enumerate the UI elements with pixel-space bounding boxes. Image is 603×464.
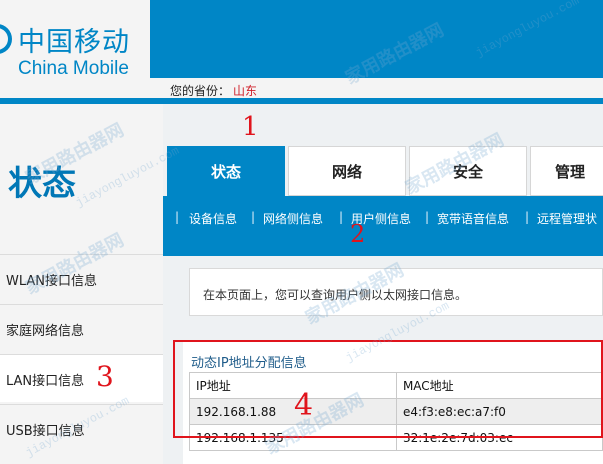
tab-network[interactable]: 网络 — [288, 146, 406, 196]
sidebar-item-home-network[interactable]: 家庭网络信息 — [0, 304, 163, 352]
subnav-network-side-info[interactable]: 网络侧信息 — [263, 210, 323, 227]
subnav-broadband-voice-info[interactable]: 宽带语音信息 — [437, 210, 509, 227]
logo-text-en: China Mobile — [18, 58, 129, 79]
tab-status[interactable]: 状态 — [167, 146, 285, 196]
subnav-separator: | — [339, 210, 344, 224]
china-mobile-logo[interactable]: 中国移动 China Mobile — [0, 14, 150, 84]
province-row: 您的省份： 山东 — [170, 82, 257, 99]
subnav-device-info[interactable]: 设备信息 — [189, 210, 237, 227]
province-value: 山东 — [233, 84, 258, 98]
sidebar-item-label: USB接口信息 — [6, 424, 85, 439]
subnav-separator: | — [175, 210, 180, 224]
sidebar-item-label: WLAN接口信息 — [6, 274, 98, 289]
header-banner — [150, 0, 603, 78]
logo-text-cn: 中国移动 — [18, 27, 130, 58]
sidebar-item-usb[interactable]: USB接口信息 — [0, 404, 163, 452]
annotation-number-2: 2 — [350, 220, 366, 248]
sub-navigation: | 设备信息 | 网络侧信息 | 用户侧信息 | 宽带语音信息 | 远程管理状 — [163, 196, 603, 256]
info-box: 在本页面上，您可以查询用户侧以太网接口信息。 — [189, 268, 603, 316]
header: 中国移动 China Mobile 您的省份： 山东 — [0, 0, 603, 100]
annotation-highlight-box — [173, 340, 603, 438]
tab-bar: 状态 网络 安全 管理 — [163, 104, 603, 196]
subnav-separator: | — [425, 210, 430, 224]
tab-management[interactable]: 管理 — [530, 146, 603, 196]
sidebar-item-label: LAN接口信息 — [6, 374, 85, 389]
province-label: 您的省份： — [170, 84, 231, 98]
annotation-number-4: 4 — [294, 388, 314, 423]
logo-icon — [0, 24, 12, 54]
subnav-remote-management[interactable]: 远程管理状 — [537, 210, 597, 227]
sidebar-item-label: 家庭网络信息 — [6, 324, 85, 339]
sidebar: 状态 WLAN接口信息 家庭网络信息 LAN接口信息 USB接口信息 — [0, 104, 163, 464]
sidebar-item-wlan[interactable]: WLAN接口信息 — [0, 254, 163, 302]
sidebar-item-lan[interactable]: LAN接口信息 — [0, 354, 163, 402]
subnav-separator: | — [251, 210, 256, 224]
tab-security[interactable]: 安全 — [409, 146, 527, 196]
info-text: 在本页面上，您可以查询用户侧以太网接口信息。 — [203, 288, 468, 302]
annotation-number-3: 3 — [96, 360, 114, 393]
sidebar-title: 状态 — [8, 164, 76, 204]
subnav-separator: | — [525, 210, 530, 224]
annotation-number-1: 1 — [242, 112, 259, 142]
